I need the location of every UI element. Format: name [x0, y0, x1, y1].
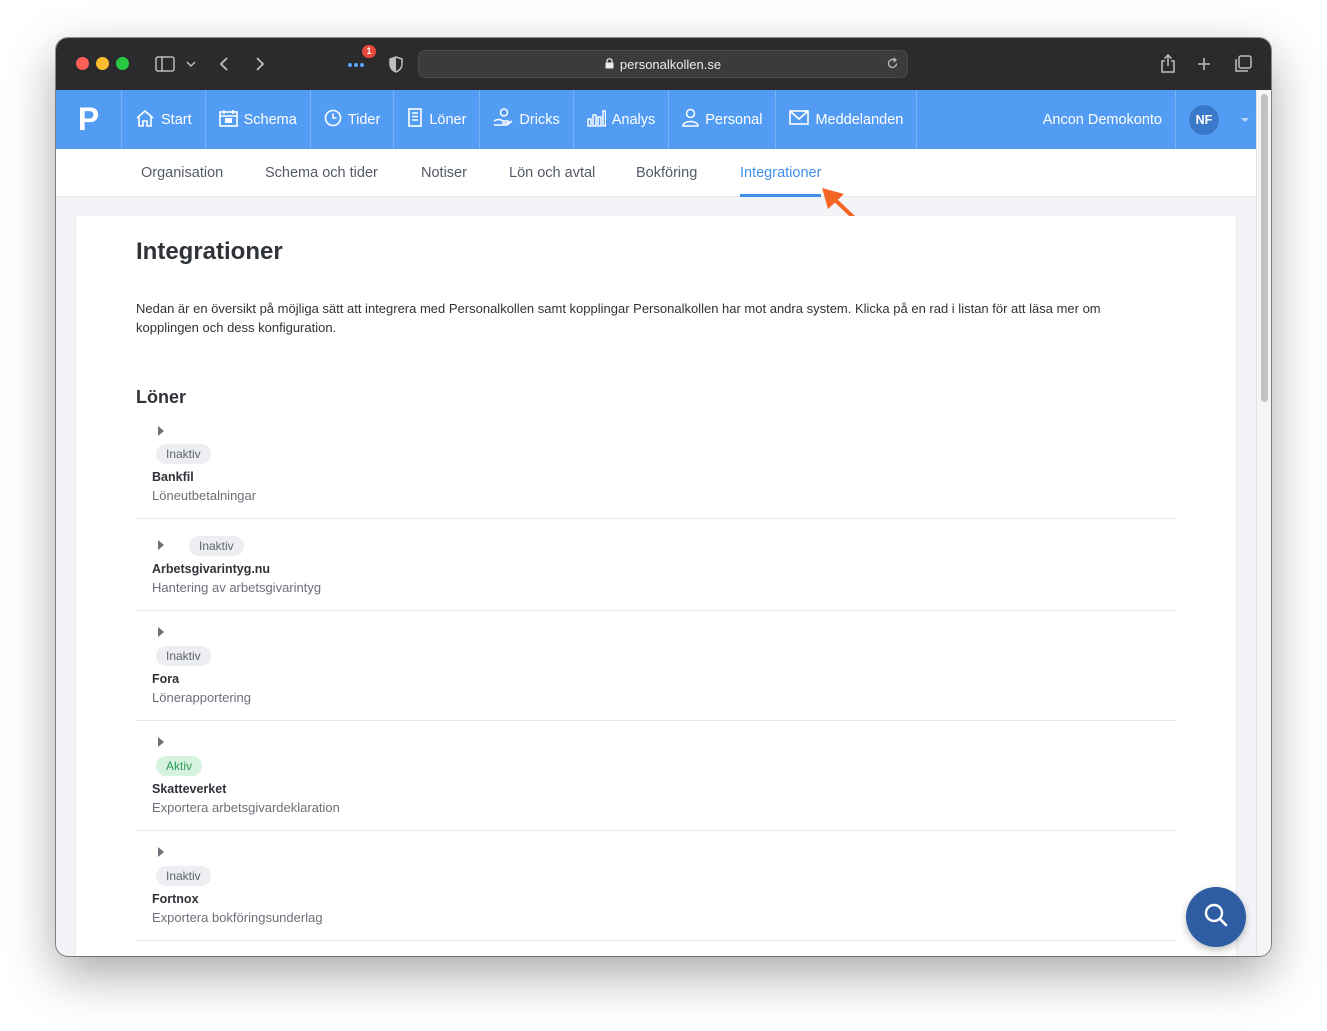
address-bar[interactable]: personalkollen.se [418, 50, 908, 78]
envelope-icon [789, 109, 815, 130]
app-logo[interactable]: P [56, 90, 122, 149]
nav-item-label: Tider [347, 111, 381, 128]
sidebar-toggle-icon[interactable] [152, 52, 178, 76]
tab-integrationer[interactable]: Integrationer [740, 149, 822, 197]
notification-badge: 1 [362, 45, 376, 58]
close-window-button[interactable] [76, 57, 89, 70]
section-title-loner: Löner [136, 387, 187, 407]
nav-item-loner[interactable]: Löner [394, 90, 481, 149]
nav-item-label: Personal [705, 111, 763, 128]
home-icon [135, 109, 161, 131]
new-tab-icon[interactable] [1194, 52, 1214, 76]
integration-name: Fora [152, 672, 180, 686]
integration-row-skatteverket[interactable]: Aktiv Skatteverket Exportera arbetsgivar… [136, 721, 1176, 831]
person-icon [682, 108, 705, 131]
settings-subnav: Organisation Schema och tider Notiser Lö… [56, 149, 1256, 197]
nav-item-meddelanden[interactable]: Meddelanden [776, 90, 918, 149]
integration-description: Hantering av arbetsgivarintyg [152, 580, 322, 595]
chevron-down-icon[interactable] [184, 52, 198, 76]
status-badge: Inaktiv [156, 866, 211, 886]
expand-arrow-icon[interactable] [158, 847, 164, 857]
integration-description: Exportera arbetsgivardeklaration [152, 800, 340, 815]
user-menu[interactable]: NF [1176, 90, 1256, 149]
integration-row-arbetsgivarintyg[interactable]: Inaktiv Arbetsgivarintyg.nu Hantering av… [136, 519, 1176, 611]
nav-item-tider[interactable]: Tider [311, 90, 395, 149]
integration-description: Exportera bokföringsunderlag [152, 910, 323, 925]
minimize-window-button[interactable] [96, 57, 109, 70]
integration-name: Bankfil [152, 470, 194, 484]
integration-description: Löneutbetalningar [152, 488, 257, 503]
main-navbar: P Start Schema Tider Löner Dricks Analys… [56, 90, 1256, 149]
calendar-icon [218, 109, 244, 131]
shield-icon[interactable] [386, 52, 406, 76]
status-badge: Inaktiv [156, 646, 211, 666]
tab-organisation[interactable]: Organisation [141, 149, 223, 197]
hand-coin-icon [493, 108, 519, 131]
bar-chart-icon [587, 109, 612, 131]
tab-notiser[interactable]: Notiser [421, 149, 467, 197]
zoom-window-button[interactable] [116, 57, 129, 70]
account-name[interactable]: Ancon Demokonto [1043, 90, 1176, 149]
nav-item-schema[interactable]: Schema [206, 90, 311, 149]
nav-item-start[interactable]: Start [122, 90, 206, 149]
nav-item-label: Analys [611, 111, 656, 128]
tabs-overview-icon[interactable] [1232, 52, 1254, 76]
integration-row-fora[interactable]: Inaktiv Fora Lönerapportering [136, 611, 1176, 721]
tab-schema-och-tider[interactable]: Schema och tider [265, 149, 378, 197]
browser-titlebar: 1 personalkollen.se [56, 38, 1271, 90]
content-card: Integrationer Nedan är en översikt på mö… [76, 216, 1236, 956]
search-help-button[interactable] [1186, 887, 1246, 947]
forward-icon[interactable] [250, 52, 270, 76]
tab-bokforing[interactable]: Bokföring [636, 149, 697, 197]
share-icon[interactable] [1158, 52, 1178, 76]
reload-icon[interactable] [886, 57, 899, 73]
nav-item-analys[interactable]: Analys [574, 90, 670, 149]
integration-row-fortnox[interactable]: Inaktiv Fortnox Exportera bokföringsunde… [136, 831, 1176, 941]
nav-item-label: Schema [243, 111, 297, 128]
document-icon [407, 108, 429, 131]
integration-description: Lönerapportering [152, 690, 252, 705]
clock-icon [324, 109, 348, 131]
tab-lon-och-avtal[interactable]: Lön och avtal [509, 149, 595, 197]
expand-arrow-icon[interactable] [158, 737, 164, 747]
integration-name: Fortnox [152, 892, 199, 906]
intro-text: Nedan är en översikt på möjliga sätt att… [136, 301, 1101, 335]
page-scrollbar[interactable] [1256, 90, 1271, 956]
search-icon [1203, 902, 1229, 933]
nav-item-label: Dricks [519, 111, 560, 128]
nav-item-personal[interactable]: Personal [669, 90, 777, 149]
status-badge: Aktiv [156, 756, 203, 776]
nav-item-label: Meddelanden [815, 111, 904, 128]
status-badge: Inaktiv [189, 536, 244, 556]
expand-arrow-icon[interactable] [158, 540, 164, 550]
scrollbar-thumb[interactable] [1261, 94, 1268, 402]
integration-row-bankfil[interactable]: Inaktiv Bankfil Löneutbetalningar [136, 422, 1176, 519]
lock-icon [605, 57, 614, 72]
integration-name: Arbetsgivarintyg.nu [152, 562, 271, 576]
expand-arrow-icon[interactable] [158, 426, 164, 436]
status-badge: Inaktiv [156, 444, 211, 464]
chevron-down-icon[interactable] [1241, 117, 1249, 122]
integration-name: Skatteverket [152, 782, 227, 796]
url-text: personalkollen.se [619, 56, 722, 72]
expand-arrow-icon[interactable] [158, 627, 164, 637]
back-icon[interactable] [214, 52, 234, 76]
browser-window: 1 personalkollen.se P Start Schema Tider… [56, 38, 1271, 956]
nav-item-dricks[interactable]: Dricks [480, 90, 574, 149]
page-title: Integrationer [136, 238, 283, 265]
nav-item-label: Löner [429, 111, 467, 128]
avatar[interactable]: NF [1189, 104, 1219, 135]
nav-item-label: Start [161, 111, 192, 128]
